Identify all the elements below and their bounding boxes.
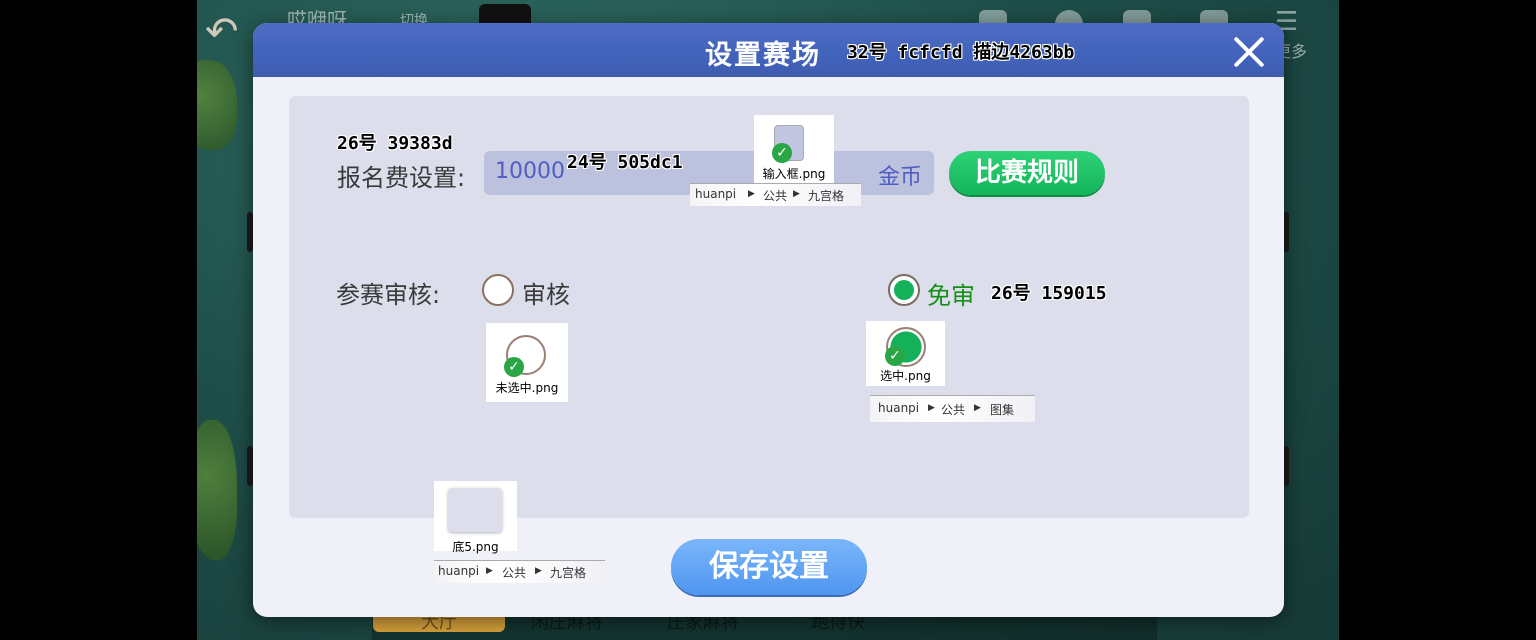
asset-breadcrumb: huanpi ▶ 公共 ▶ 九宫格 — [434, 560, 605, 583]
back-arrow-icon[interactable]: ↶ — [205, 8, 253, 56]
screen: ↶ 哎咿呀 切换 ☰ 更多 大厅 闲庄麻将 庄家麻将 跑得快 设置赛场 32号 … — [0, 0, 1536, 640]
breadcrumb-item: 公共 — [941, 403, 966, 417]
leaf-decoration — [197, 60, 237, 150]
check-icon: ✓ — [885, 346, 905, 366]
breadcrumb-item: 九宫格 — [808, 189, 845, 203]
asset-breadcrumb: huanpi ▶ 公共 ▶ 九宫格 — [690, 183, 861, 206]
caret-right-icon: ▶ — [974, 403, 981, 413]
leaf-decoration — [197, 420, 237, 560]
caret-right-icon: ▶ — [793, 189, 800, 199]
radio-review[interactable] — [482, 274, 514, 306]
asset-filename: 输入框.png — [762, 167, 826, 181]
check-icon: ✓ — [504, 357, 524, 377]
fee-unit: 金币 — [877, 165, 922, 190]
match-rules-button[interactable]: 比赛规则 — [949, 151, 1105, 195]
asset-thumbnail — [448, 488, 502, 532]
asset-filename: 选中.png — [880, 369, 931, 383]
check-icon: ✓ — [772, 143, 792, 163]
radio-free[interactable] — [888, 274, 920, 306]
radio-review-label[interactable]: 审核 — [522, 275, 570, 310]
asset-filename: 底5.png — [452, 540, 499, 554]
asset-breadcrumb: huanpi ▶ 公共 ▶ 图集 — [870, 395, 1035, 422]
dialog-header: 设置赛场 32号 fcfcfd 描边4263bb — [253, 23, 1284, 77]
fee-label: 报名费设置: — [337, 164, 466, 192]
fee-value[interactable]: 10000 — [495, 159, 565, 184]
radio-free-label[interactable]: 免审 — [927, 276, 975, 311]
asset-tile-selected: ✓ 选中.png — [866, 321, 945, 386]
breadcrumb-item: 九宫格 — [550, 566, 587, 580]
breadcrumb-item: huanpi — [438, 564, 480, 578]
breadcrumb-item: huanpi — [695, 187, 737, 201]
close-button[interactable] — [1230, 33, 1268, 71]
caret-right-icon: ▶ — [928, 403, 935, 413]
caret-right-icon: ▶ — [748, 189, 755, 199]
save-settings-button[interactable]: 保存设置 — [671, 539, 867, 595]
title-annotation: 32号 fcfcfd 描边4263bb — [847, 42, 1075, 63]
fee-label-annotation: 26号 39383d — [337, 133, 453, 154]
breadcrumb-item: huanpi — [878, 401, 920, 415]
breadcrumb-item: 图集 — [990, 403, 1015, 417]
review-label: 参赛审核: — [336, 281, 441, 309]
asset-tile-base: 底5.png — [434, 481, 517, 554]
caret-right-icon: ▶ — [486, 566, 493, 576]
breadcrumb-item: 公共 — [502, 566, 527, 580]
fee-value-annotation: 24号 505dc1 — [567, 152, 683, 173]
free-annotation: 26号 159015 — [991, 283, 1107, 304]
settings-dialog: 设置赛场 32号 fcfcfd 描边4263bb 26号 39383d 报名费设… — [253, 23, 1284, 617]
asset-tile-input-box: ✓ 输入框.png — [754, 115, 834, 183]
asset-tile-unselected: ✓ 未选中.png — [486, 323, 568, 402]
dialog-title: 设置赛场 — [705, 40, 821, 71]
breadcrumb-item: 公共 — [763, 189, 788, 203]
asset-filename: 未选中.png — [495, 381, 559, 395]
caret-right-icon: ▶ — [535, 566, 542, 576]
